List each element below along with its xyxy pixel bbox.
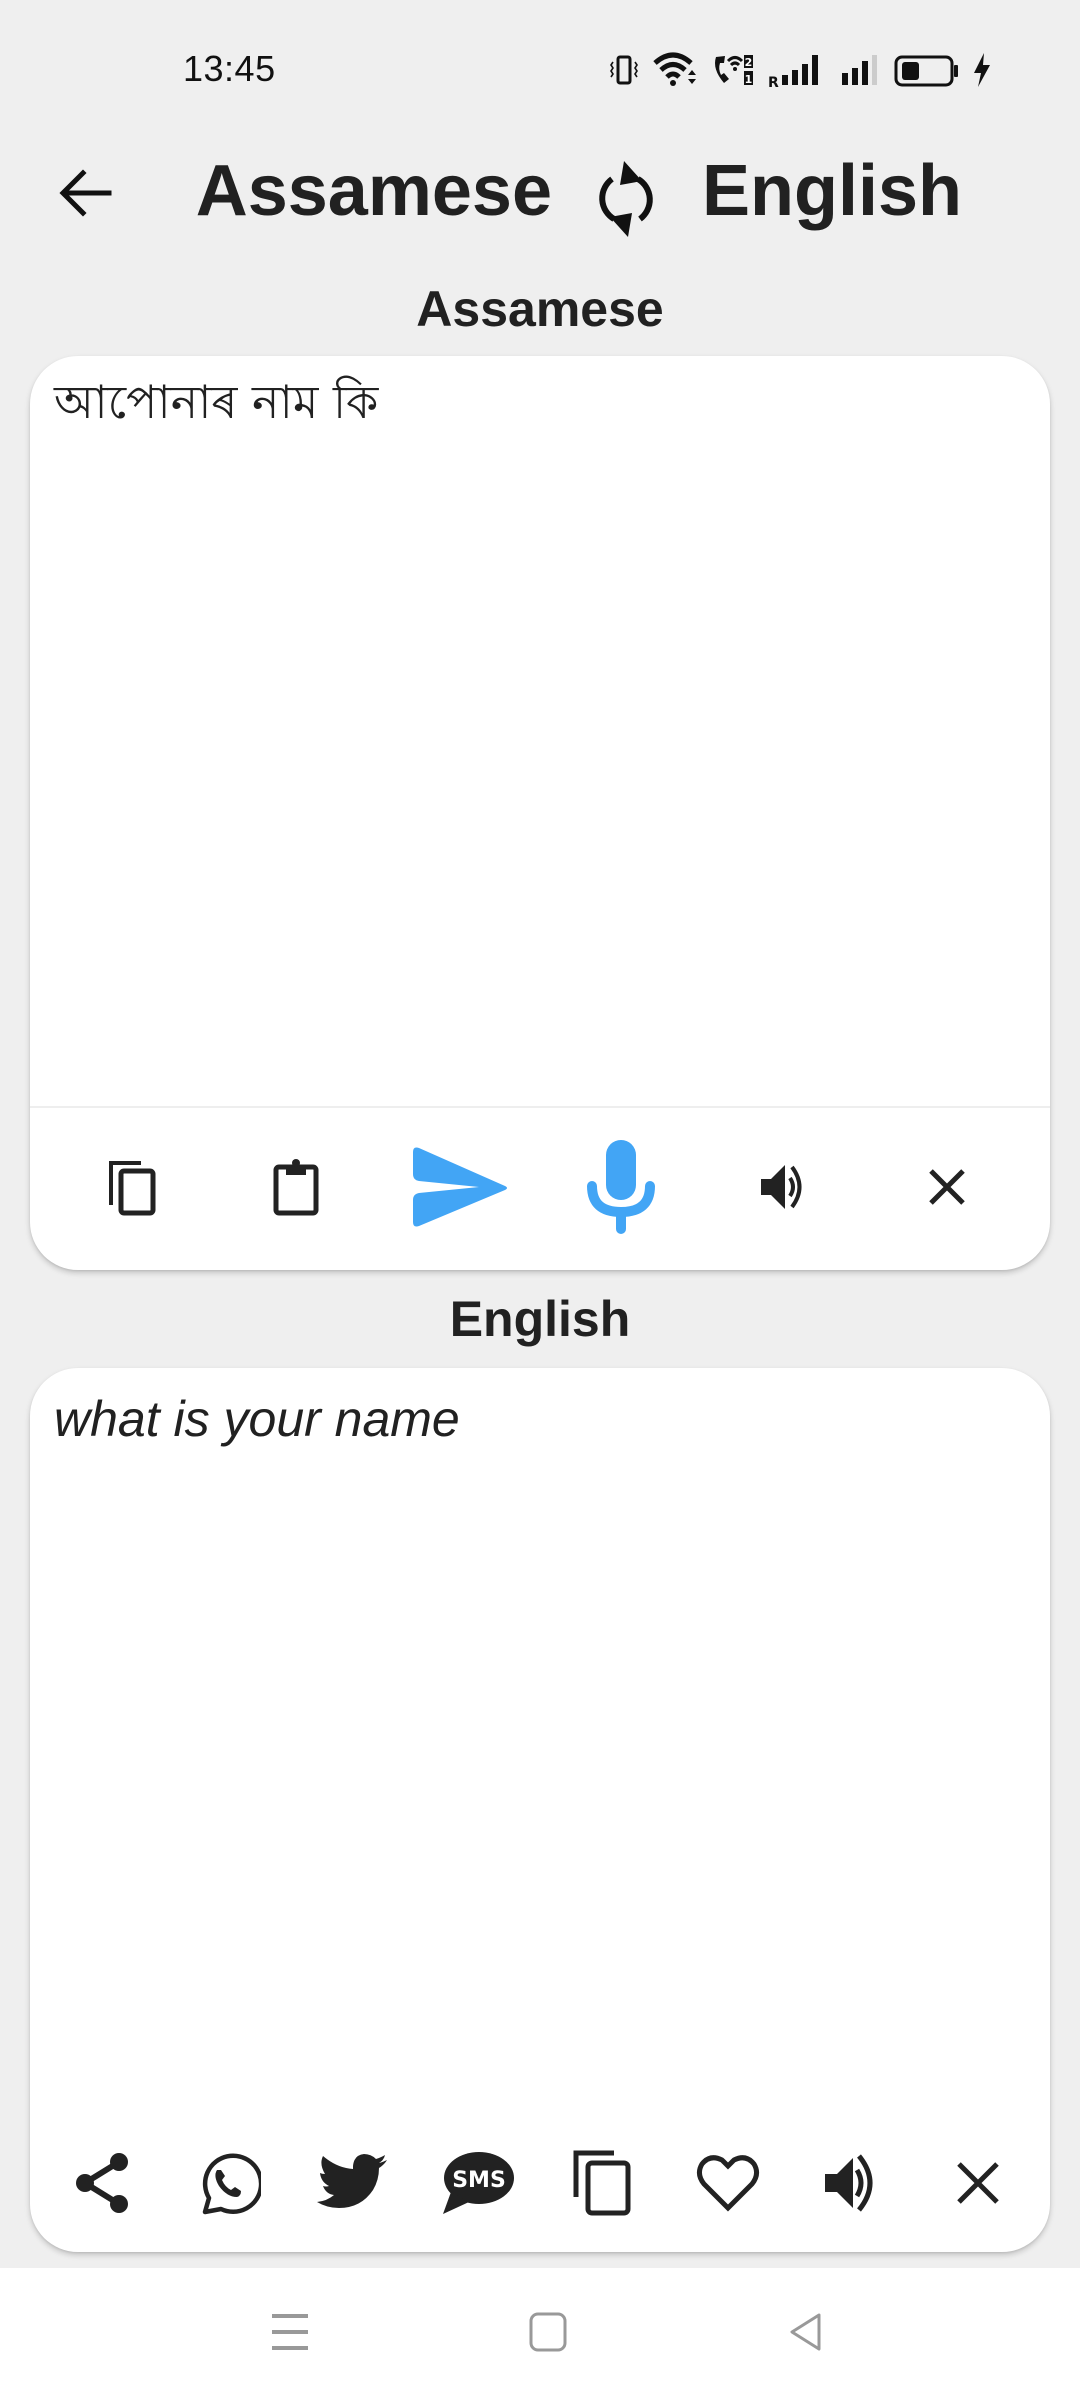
status-time: 13:45 (183, 48, 276, 89)
back-button[interactable] (50, 160, 120, 230)
back-icon (787, 2312, 823, 2357)
twitter-button[interactable] (303, 2135, 403, 2235)
app-header: Assamese English (0, 140, 1080, 250)
target-toolbar: SMS (30, 2118, 1050, 2252)
source-toolbar (30, 1108, 1050, 1270)
source-clear-button[interactable] (897, 1139, 997, 1239)
recent-apps-icon (270, 2312, 310, 2357)
recent-apps-button[interactable] (250, 2296, 330, 2372)
target-clear-button[interactable] (928, 2135, 1028, 2235)
microphone-icon (586, 1138, 656, 1241)
source-language-selector[interactable]: Assamese (196, 148, 552, 234)
home-icon (529, 2312, 567, 2357)
copy-icon (105, 1157, 161, 1222)
target-language-selector[interactable]: English (702, 148, 962, 234)
source-text-input[interactable]: আপোনাৰ নাম কি (54, 370, 1026, 1070)
svg-text:2: 2 (745, 56, 753, 69)
close-icon (955, 2160, 1001, 2211)
share-icon (73, 2152, 133, 2219)
wifi-icon (652, 51, 698, 89)
status-bar: 13:45 21 R (0, 0, 1080, 140)
whatsapp-icon (195, 2150, 263, 2221)
signal-roaming-icon: R (768, 51, 828, 89)
swap-sync-icon (594, 159, 658, 244)
copy-icon (572, 2149, 634, 2222)
speaker-icon (759, 1162, 809, 1217)
sms-icon-text: SMS (452, 2168, 506, 2193)
charging-icon (972, 51, 992, 89)
swap-languages-button[interactable] (590, 160, 662, 242)
source-speak-button[interactable] (734, 1139, 834, 1239)
status-icons: 21 R (608, 50, 992, 90)
source-paste-button[interactable] (246, 1139, 346, 1239)
speaker-icon (823, 2153, 883, 2217)
source-card: আপোনাৰ নাম কি (30, 356, 1050, 1270)
translate-button[interactable] (409, 1139, 509, 1239)
close-icon (927, 1167, 967, 1212)
system-nav-bar (0, 2268, 1080, 2400)
clipboard-icon (271, 1157, 321, 1222)
wifi-calling-icon: 21 (710, 51, 756, 89)
target-copy-button[interactable] (553, 2135, 653, 2235)
voice-input-button[interactable] (571, 1139, 671, 1239)
favorite-button[interactable] (678, 2135, 778, 2235)
target-card: what is your name SMS (30, 1368, 1050, 2252)
svg-text:R: R (768, 75, 779, 89)
target-language-label: English (449, 1291, 631, 1347)
svg-text:1: 1 (745, 73, 753, 86)
source-language-label: Assamese (416, 281, 664, 337)
signal-icon (840, 51, 882, 89)
source-copy-button[interactable] (83, 1139, 183, 1239)
sms-button[interactable]: SMS (428, 2135, 528, 2235)
nav-back-button[interactable] (765, 2296, 845, 2372)
share-button[interactable] (53, 2135, 153, 2235)
home-button[interactable] (508, 2296, 588, 2372)
whatsapp-button[interactable] (178, 2135, 278, 2235)
translated-text: what is your name (54, 1391, 460, 1447)
target-speak-button[interactable] (803, 2135, 903, 2235)
sms-icon: SMS (441, 2150, 515, 2221)
twitter-icon (316, 2152, 389, 2219)
vibrate-icon (608, 54, 640, 86)
send-icon (409, 1144, 509, 1235)
battery-icon (894, 51, 960, 89)
heart-icon (696, 2154, 760, 2217)
arrow-left-icon (57, 165, 113, 226)
